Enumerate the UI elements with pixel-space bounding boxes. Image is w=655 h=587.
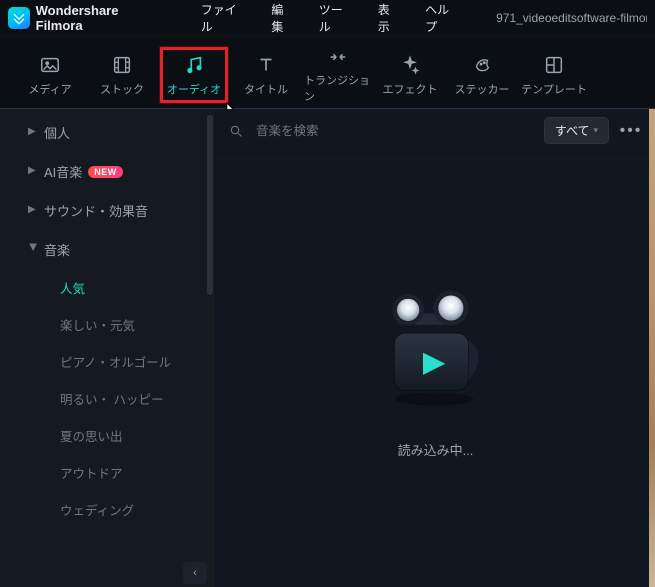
sidebar-group-label: AI音楽 [44, 162, 82, 181]
ellipsis-icon: ••• [620, 122, 643, 140]
collapse-sidebar-button[interactable]: ‹ [183, 562, 207, 584]
sidebar-item-popular[interactable]: 人気 [6, 269, 209, 306]
chevron-right-icon: ▶ [28, 165, 38, 176]
new-badge: NEW [88, 166, 123, 178]
sidebar-item-outdoor[interactable]: アウトドア [6, 454, 209, 491]
main-toolbar: すべて ▾ ••• [216, 109, 655, 153]
sidebar-group-label: 個人 [44, 123, 70, 142]
tool-tab-audio[interactable]: オーディオ [160, 47, 228, 103]
sidebar-footer: ‹ [0, 559, 215, 587]
tool-tab-label: オーディオ [167, 81, 221, 97]
sidebar-scrollbar-thumb[interactable] [207, 115, 213, 295]
main-body: 読み込み中... [216, 153, 655, 587]
tool-tab-label: テンプレート [521, 81, 587, 97]
filter-dropdown[interactable]: すべて ▾ [544, 117, 609, 144]
tool-tab-label: ストック [100, 81, 144, 97]
camera-graphic [361, 282, 511, 412]
transition-icon [326, 46, 350, 68]
sidebar: ▶ 個人 ▶ AI音楽 NEW ▶ サウンド・効果音 ▶ 音楽 人気 楽しい・元… [0, 109, 216, 587]
layout-icon [542, 53, 566, 77]
sidebar-item-fun[interactable]: 楽しい・元気 [6, 306, 209, 343]
menu-view[interactable]: 表示 [368, 0, 411, 39]
more-menu-button[interactable]: ••• [617, 119, 645, 143]
sidebar-item-bright[interactable]: 明るい・ ハッピー [6, 380, 209, 417]
sidebar-item-piano[interactable]: ピアノ・オルゴール [6, 343, 209, 380]
tool-tab-label: タイトル [244, 81, 288, 97]
search-icon [226, 121, 246, 141]
image-icon [38, 53, 62, 77]
menu-tools[interactable]: ツール [309, 0, 364, 39]
tool-tab-stickers[interactable]: ステッカー [448, 47, 516, 103]
tool-tab-stock[interactable]: ストック [88, 47, 156, 103]
filter-label: すべて [555, 122, 590, 139]
sidebar-scroll[interactable]: ▶ 個人 ▶ AI音楽 NEW ▶ サウンド・効果音 ▶ 音楽 人気 楽しい・元… [0, 109, 215, 559]
sidebar-group-personal[interactable]: ▶ 個人 [6, 113, 209, 152]
chevron-down-icon: ▶ [28, 244, 39, 254]
tool-tab-titles[interactable]: タイトル [232, 47, 300, 103]
sticker-icon [470, 53, 494, 77]
film-icon [110, 53, 134, 77]
sparkle-icon [398, 53, 422, 77]
music-note-icon [182, 53, 206, 77]
tool-tab-templates[interactable]: テンプレート [520, 47, 588, 103]
app-product-name: Wondershare Filmora [36, 3, 167, 33]
tool-tab-effects[interactable]: エフェクト [376, 47, 444, 103]
tool-tab-media[interactable]: メディア [16, 47, 84, 103]
menu-file[interactable]: ファイル [191, 0, 258, 39]
tool-tab-bar: メディア ストック オーディオ タイトル トランジション エフェクト [0, 36, 655, 108]
chevron-down-icon: ▾ [593, 125, 598, 136]
sidebar-group-label: サウンド・効果音 [44, 201, 148, 220]
chevron-right-icon: ▶ [28, 204, 38, 215]
tool-tab-transitions[interactable]: トランジション [304, 47, 372, 103]
app-logo-group: Wondershare Filmora [8, 3, 167, 33]
chevron-left-icon: ‹ [193, 567, 197, 579]
sidebar-item-wedding[interactable]: ウェディング [6, 491, 209, 528]
search-input[interactable] [254, 123, 536, 139]
tool-tab-label: ステッカー [455, 81, 510, 97]
open-file-label: 971_videoeditsoftware-filmor [476, 11, 647, 25]
sidebar-group-music[interactable]: ▶ 音楽 [6, 230, 209, 269]
loading-label: 読み込み中... [398, 440, 474, 459]
sidebar-group-ai-music[interactable]: ▶ AI音楽 NEW [6, 152, 209, 191]
tool-tab-label: エフェクト [383, 81, 438, 97]
tool-tab-label: メディア [28, 81, 71, 97]
menu-edit[interactable]: 編集 [261, 0, 304, 39]
main-panel: すべて ▾ ••• [216, 109, 655, 587]
preview-edge-sliver [649, 109, 655, 587]
app-logo-icon [8, 7, 30, 29]
title-bar: Wondershare Filmora ファイル 編集 ツール 表示 ヘルプ 9… [0, 0, 655, 36]
chevron-right-icon: ▶ [28, 126, 38, 137]
sidebar-item-summer[interactable]: 夏の思い出 [6, 417, 209, 454]
text-t-icon [254, 53, 278, 77]
menu-help[interactable]: ヘルプ [415, 0, 470, 39]
sidebar-group-sfx[interactable]: ▶ サウンド・効果音 [6, 191, 209, 230]
menu-bar: ファイル 編集 ツール 表示 ヘルプ [191, 0, 470, 39]
content-area: ▶ 個人 ▶ AI音楽 NEW ▶ サウンド・効果音 ▶ 音楽 人気 楽しい・元… [0, 108, 655, 587]
tool-tab-label: トランジション [304, 72, 372, 104]
sidebar-group-label: 音楽 [44, 240, 70, 259]
